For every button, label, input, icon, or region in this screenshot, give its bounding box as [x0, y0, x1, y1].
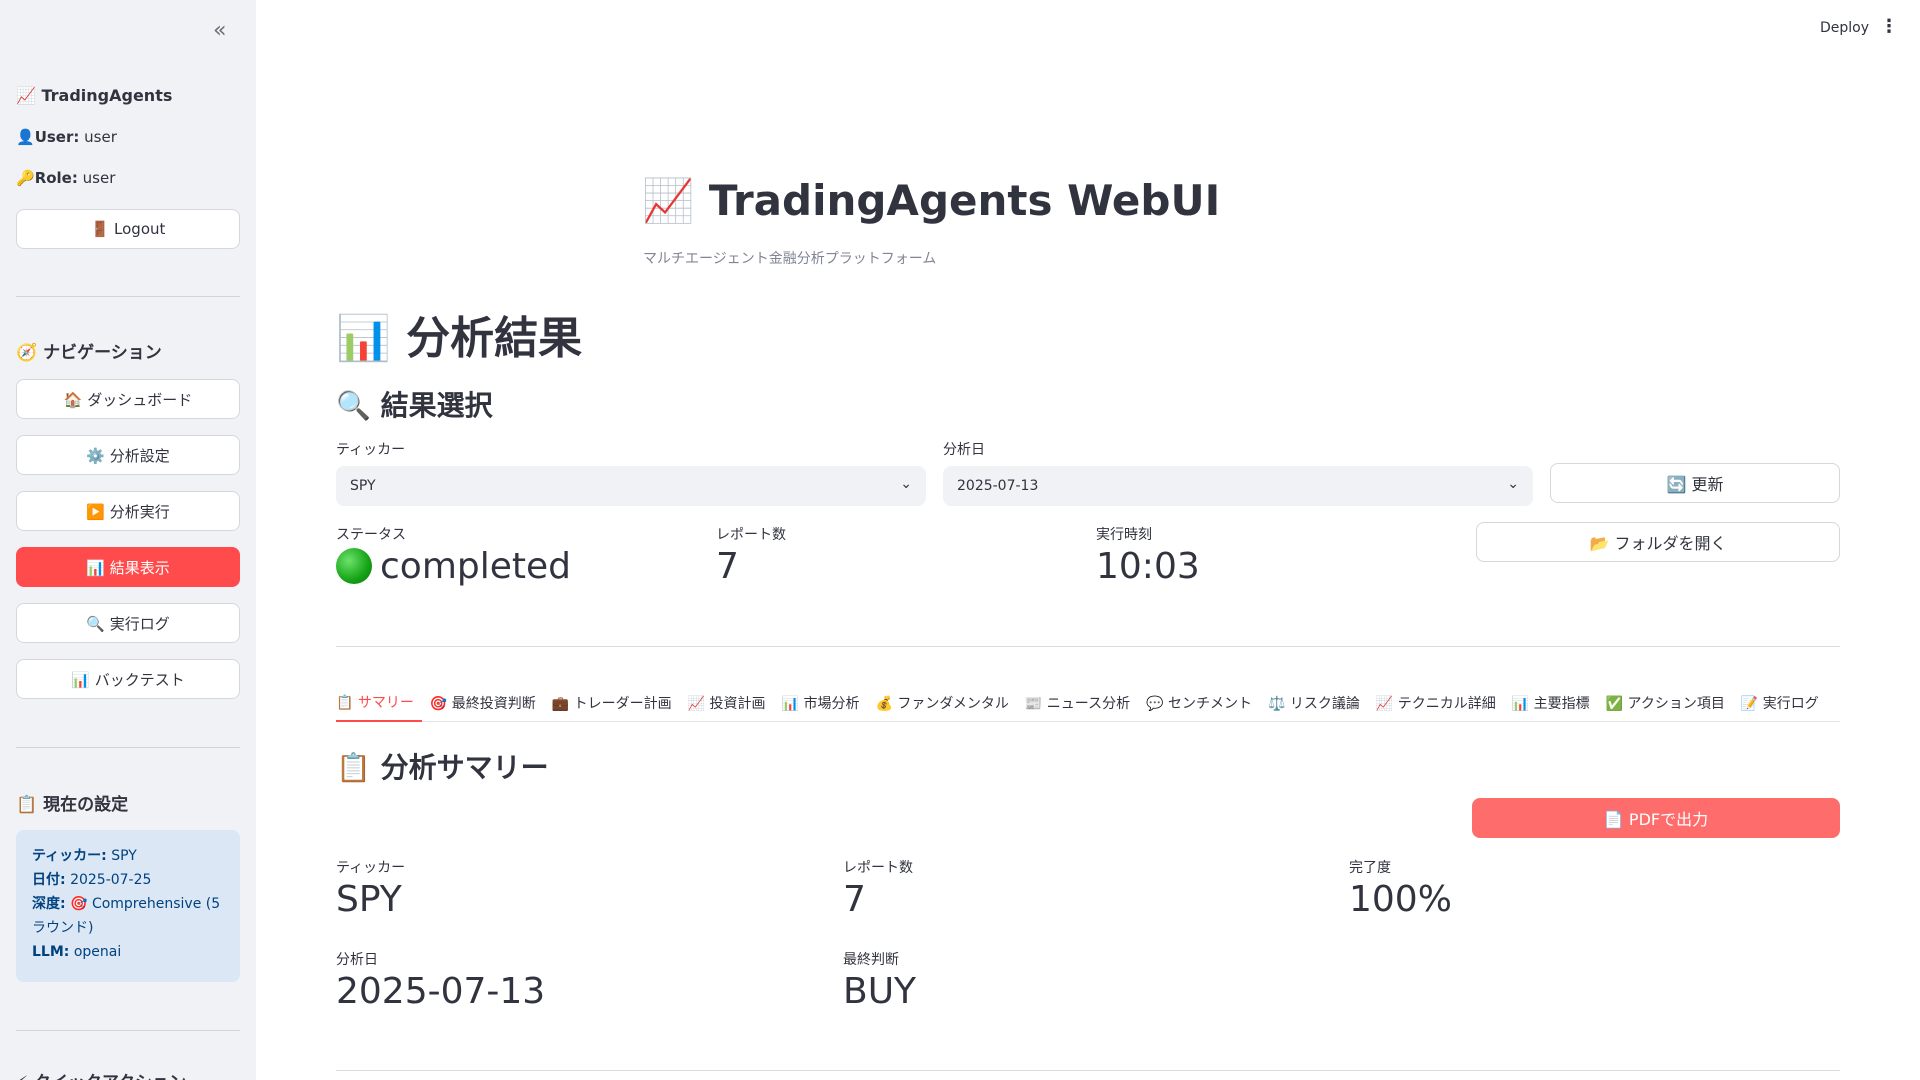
status-text: completed	[380, 546, 572, 587]
result-selection-title: 🔍 結果選択	[336, 389, 493, 422]
date-select-label: 分析日	[943, 442, 985, 458]
summary-ticker-value: SPY	[336, 879, 402, 920]
chevron-down-icon: ⌄	[1507, 476, 1519, 492]
current-config-box: ティッカー: SPY 日付: 2025-07-25 深度: 🎯 Comprehe…	[16, 830, 240, 982]
ticker-select[interactable]: SPY ⌄	[336, 466, 926, 506]
nav-results-button[interactable]: 📊 結果表示	[16, 547, 240, 587]
config-ticker-label: ティッカー:	[32, 848, 107, 864]
config-date: 日付: 2025-07-25	[32, 868, 224, 892]
tab-technical-detail[interactable]: 📈 テクニカル詳細	[1376, 684, 1504, 722]
page-title: 📊 分析結果	[336, 313, 583, 364]
config-ticker: ティッカー: SPY	[32, 844, 224, 868]
summary-decision-value: BUY	[843, 971, 917, 1012]
navigation-title: 🧭 ナビゲーション	[16, 343, 162, 363]
sidebar-divider	[16, 1030, 240, 1031]
tab-key-metrics[interactable]: 📊 主要指標	[1512, 684, 1598, 722]
sidebar: « 📈 TradingAgents 👤User: user 🔑Role: use…	[0, 0, 256, 1080]
main-menu-icon[interactable]: ⋮	[1880, 16, 1898, 37]
tab-risk-debate[interactable]: ⚖️ リスク議論	[1268, 684, 1368, 722]
execution-time-label: 実行時刻	[1096, 527, 1152, 543]
role-label: Role:	[34, 169, 78, 187]
current-config-title: 📋 現在の設定	[16, 795, 129, 815]
sidebar-divider	[16, 296, 240, 297]
result-tabs: 📋 サマリー 🎯 最終投資判断 💼 トレーダー計画 📈 投資計画 📊 市場分析 …	[336, 684, 1840, 722]
summary-decision-label: 最終判断	[843, 952, 899, 968]
tab-fundamentals[interactable]: 💰 ファンダメンタル	[875, 684, 1016, 722]
deploy-button[interactable]: Deploy	[1820, 20, 1869, 36]
config-llm: LLM: openai	[32, 940, 224, 964]
ticker-select-label: ティッカー	[336, 442, 406, 458]
tab-investment-plan[interactable]: 📈 投資計画	[688, 684, 774, 722]
summary-reports-label: レポート数	[843, 860, 913, 876]
summary-reports-value: 7	[843, 879, 866, 920]
nav-backtest-button[interactable]: 📊 バックテスト	[16, 659, 240, 699]
tab-news-analysis[interactable]: 📰 ニュース分析	[1025, 684, 1138, 722]
config-depth-label: 深度:	[32, 896, 66, 912]
summary-date-value: 2025-07-13	[336, 971, 546, 1012]
open-folder-button[interactable]: 📂 フォルダを開く	[1476, 522, 1840, 562]
nav-logs-button[interactable]: 🔍 実行ログ	[16, 603, 240, 643]
summary-date-label: 分析日	[336, 952, 378, 968]
nav-settings-button[interactable]: ⚙️ 分析設定	[16, 435, 240, 475]
section-divider	[336, 1070, 1840, 1071]
collapse-sidebar-icon[interactable]: «	[213, 18, 226, 43]
ticker-select-value: SPY	[350, 478, 376, 494]
config-depth: 深度: 🎯 Comprehensive (5 ラウンド)	[32, 892, 224, 940]
config-date-value: 2025-07-25	[70, 872, 152, 888]
user-label: User:	[34, 128, 80, 146]
tab-market-analysis[interactable]: 📊 市場分析	[782, 684, 868, 722]
user-info: 👤User: user	[16, 128, 117, 146]
export-pdf-button[interactable]: 📄 PDFで出力	[1472, 798, 1840, 838]
sidebar-app-name: 📈 TradingAgents	[16, 86, 173, 105]
summary-completion-value: 100%	[1349, 879, 1452, 920]
execution-time-value: 10:03	[1096, 546, 1200, 587]
nav-dashboard-button[interactable]: 🏠 ダッシュボード	[16, 379, 240, 419]
config-date-label: 日付:	[32, 872, 66, 888]
reports-count-value: 7	[716, 546, 739, 587]
summary-completion-label: 完了度	[1349, 860, 1391, 876]
date-select-value: 2025-07-13	[957, 478, 1039, 494]
status-value: completed	[336, 546, 571, 587]
tab-trader-plan[interactable]: 💼 トレーダー計画	[552, 684, 680, 722]
config-llm-label: LLM:	[32, 944, 70, 960]
logout-button[interactable]: 🚪 Logout	[16, 209, 240, 249]
summary-title: 📋 分析サマリー	[336, 751, 549, 784]
reports-count-label: レポート数	[716, 527, 786, 543]
user-value: user	[84, 128, 117, 146]
tab-final-decision[interactable]: 🎯 最終投資判断	[430, 684, 544, 722]
config-ticker-value: SPY	[111, 848, 137, 864]
tab-action-items[interactable]: ✅ アクション項目	[1606, 684, 1733, 722]
tab-summary[interactable]: 📋 サマリー	[336, 684, 422, 722]
chevron-down-icon: ⌄	[900, 476, 912, 492]
role-value: user	[82, 169, 116, 187]
tab-sentiment[interactable]: 💬 センチメント	[1146, 684, 1260, 722]
config-llm-value: openai	[73, 944, 122, 960]
app-subtitle: マルチエージェント金融分析プラットフォーム	[643, 251, 937, 267]
sidebar-divider	[16, 747, 240, 748]
section-divider	[336, 646, 1840, 647]
tab-execution-log[interactable]: 📝 実行ログ	[1741, 684, 1827, 722]
quick-actions-title: ⚡ クイックアクション	[16, 1068, 186, 1080]
role-info: 🔑Role: user	[16, 169, 116, 187]
refresh-button[interactable]: 🔄 更新	[1550, 463, 1840, 503]
nav-run-button[interactable]: ▶️ 分析実行	[16, 491, 240, 531]
date-select[interactable]: 2025-07-13 ⌄	[943, 466, 1533, 506]
summary-ticker-label: ティッカー	[336, 860, 406, 876]
green-circle-icon	[336, 548, 372, 584]
status-label: ステータス	[336, 527, 406, 543]
app-title: 📈 TradingAgents WebUI	[642, 176, 1221, 225]
